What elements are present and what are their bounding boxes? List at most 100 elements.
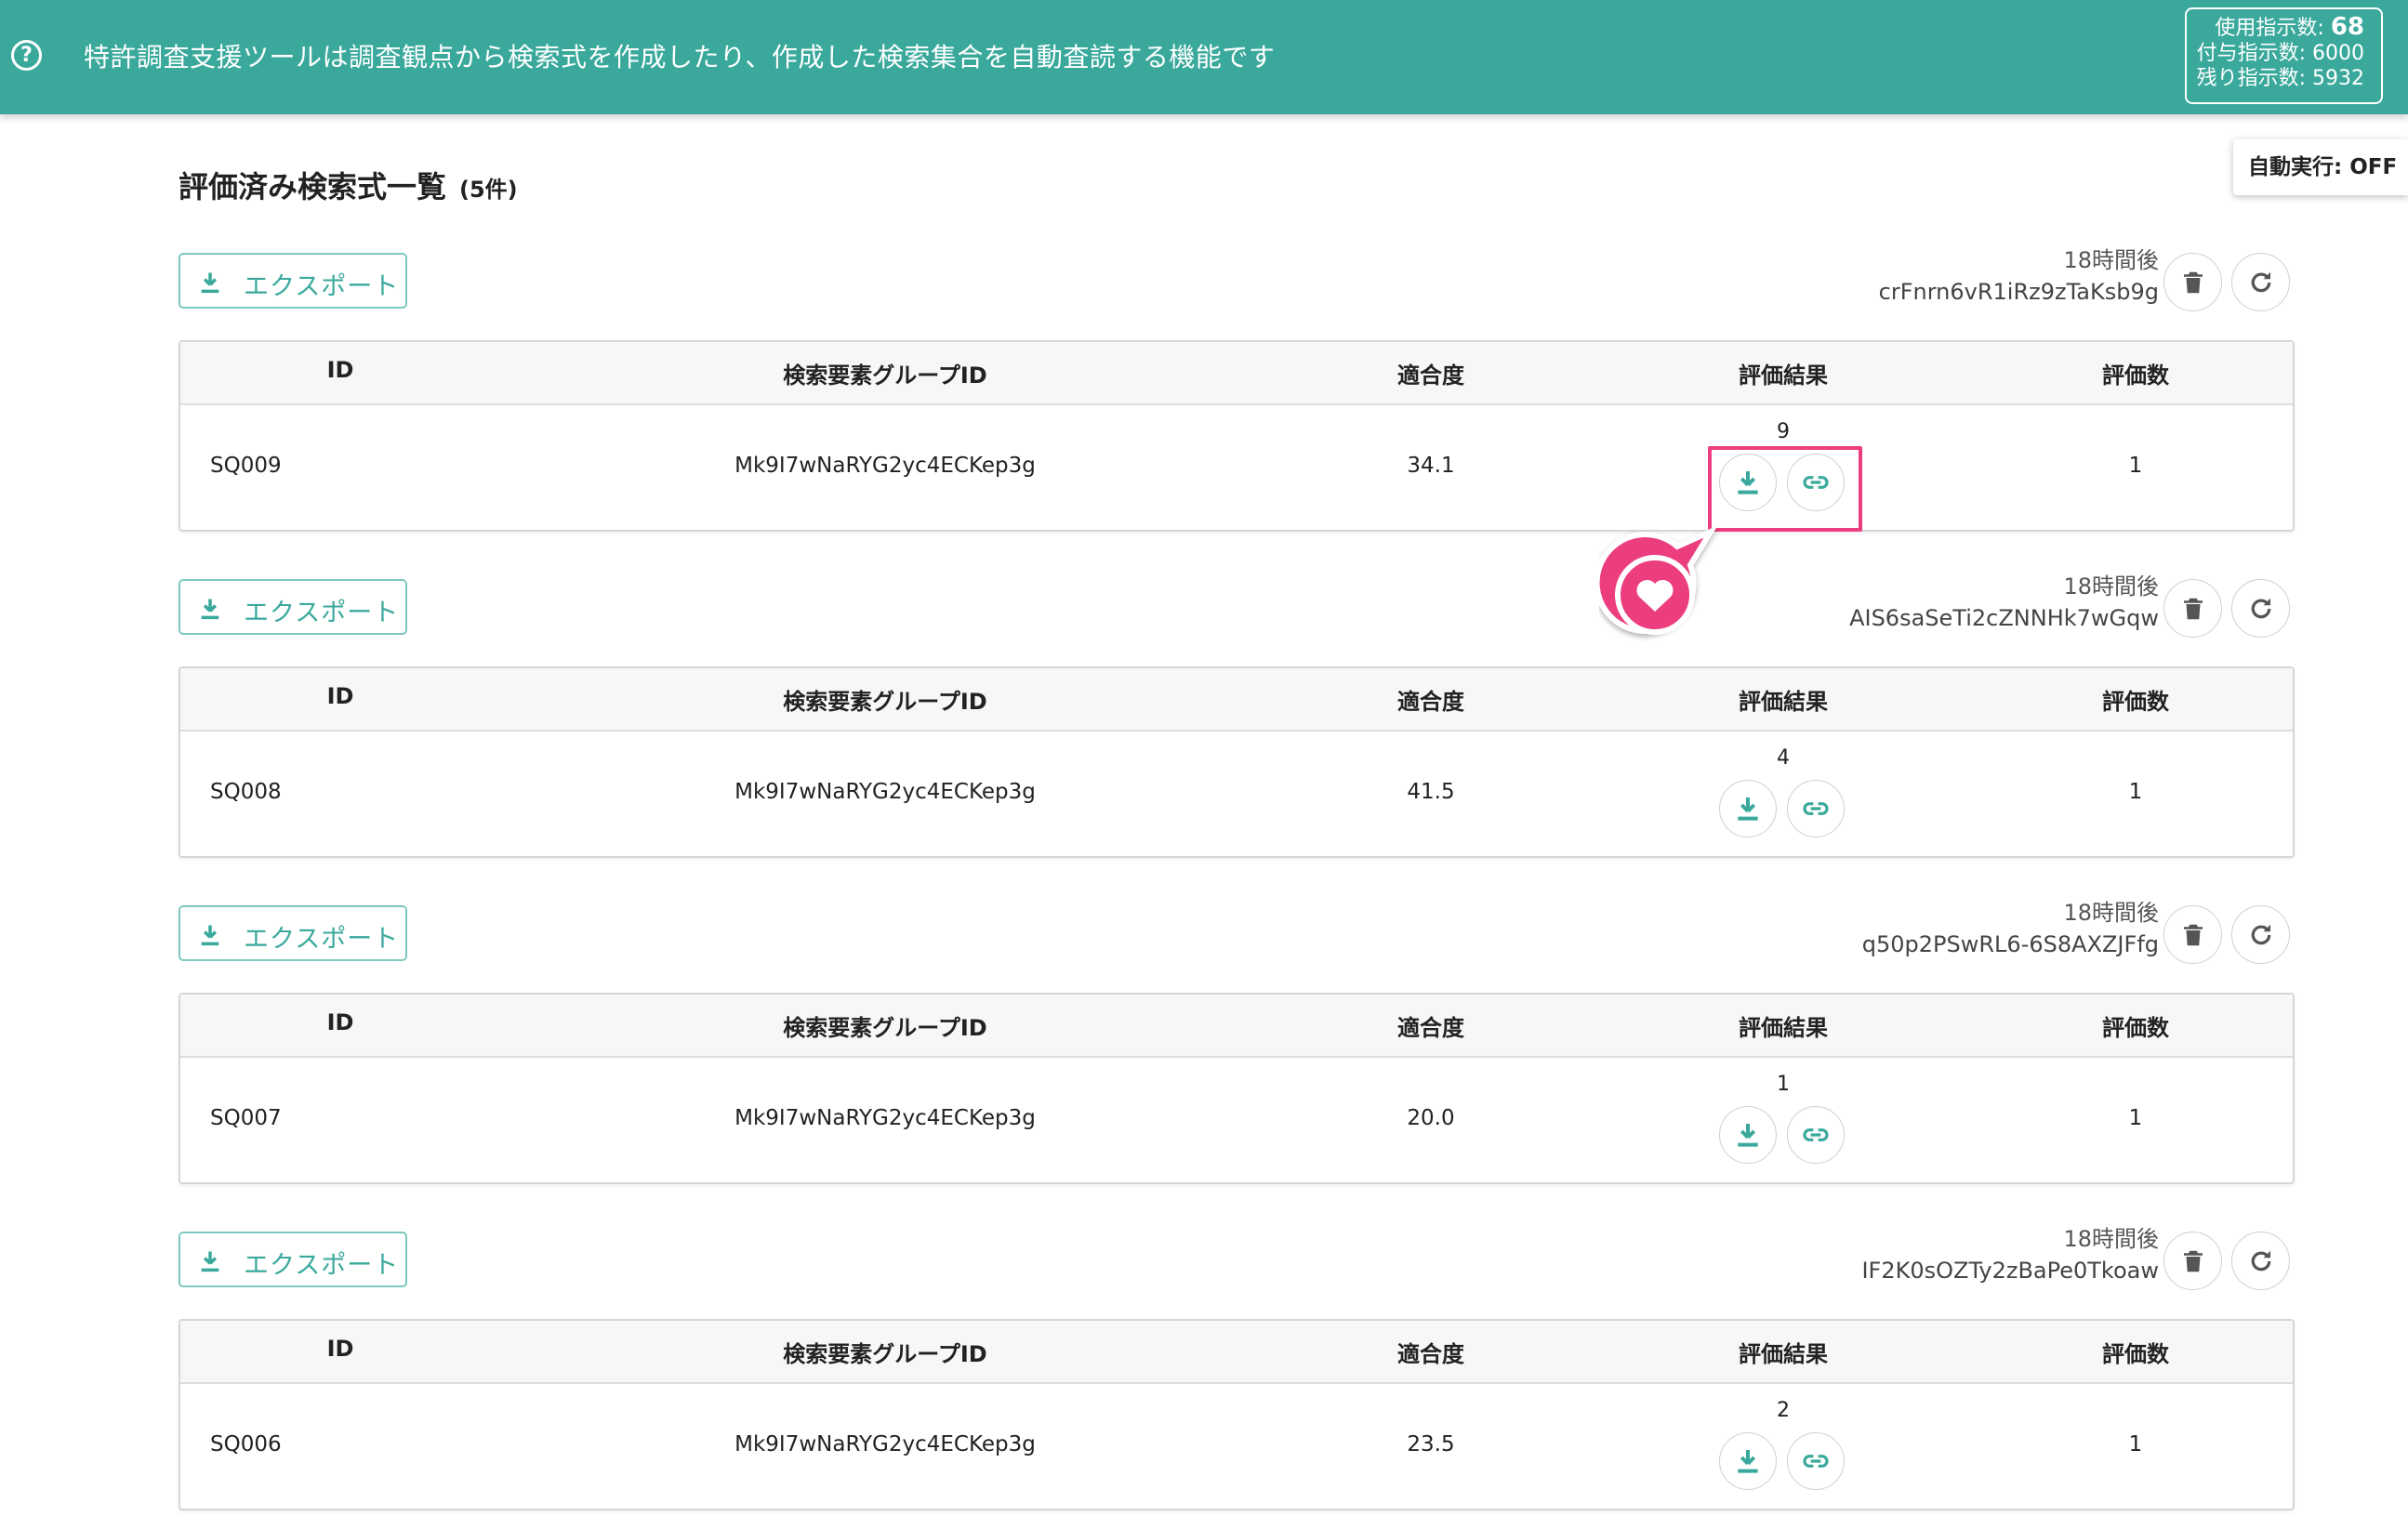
col-result: 評価結果 [1739, 362, 1828, 389]
col-score: 適合度 [1397, 1341, 1464, 1367]
expiry-time: 18時間後 [2063, 247, 2159, 273]
refresh-icon [2251, 924, 2271, 945]
export-label: エクスポート [244, 1251, 400, 1280]
col-id: ID [326, 1009, 354, 1035]
page-title-text: 評価済み検索式一覧 [179, 169, 447, 204]
row-score: 41.5 [1407, 780, 1455, 804]
col-eval-count: 評価数 [2102, 362, 2169, 389]
query-section: エクスポート 18時間後 IF2K0sOZTy2zBaPe0Tkoaw ID 検… [0, 1226, 2408, 1529]
download-icon [1738, 1124, 1758, 1147]
banner-message: 特許調査支援ツールは調査観点から検索式を作成したり、作成した検索集合を自動査読す… [84, 42, 1276, 72]
col-result: 評価結果 [1739, 1015, 1828, 1041]
export-button[interactable]: エクスポート [179, 579, 407, 635]
query-hash: IF2K0sOZTy2zBaPe0Tkoaw [1861, 1258, 2159, 1284]
link-icon [1803, 1455, 1829, 1468]
row-result: 1 [1777, 1073, 1790, 1096]
delete-button[interactable] [2163, 253, 2222, 311]
top-banner: ? 特許調査支援ツールは調査観点から検索式を作成したり、作成した検索集合を自動査… [0, 0, 2408, 114]
table-header: ID 検索要素グループID 適合度 評価結果 評価数 [180, 1321, 2293, 1384]
row-group-id: Mk9I7wNaRYG2yc4ECKep3g [734, 1106, 1036, 1130]
refresh-icon [2251, 1250, 2271, 1272]
question-circle-icon[interactable]: ? [11, 40, 42, 71]
row-result: 9 [1777, 420, 1790, 443]
col-group-id: 検索要素グループID [783, 362, 987, 389]
query-section: エクスポート 18時間後 crFnrn6vR1iRz9zTaKsb9g ID 検… [0, 247, 2408, 550]
expiry-time: 18時間後 [2063, 573, 2159, 600]
trash-icon [2184, 271, 2203, 294]
used-value: 68 [2330, 13, 2364, 41]
result-download-button[interactable] [1719, 1106, 1777, 1164]
trash-icon [2184, 924, 2203, 946]
row-group-id: Mk9I7wNaRYG2yc4ECKep3g [734, 454, 1036, 478]
col-group-id: 検索要素グループID [783, 1015, 987, 1041]
download-icon [1738, 797, 1758, 821]
result-link-button[interactable] [1787, 780, 1845, 837]
col-group-id: 検索要素グループID [783, 689, 987, 715]
export-button[interactable]: エクスポート [179, 905, 407, 961]
refresh-button[interactable] [2231, 253, 2290, 311]
col-score: 適合度 [1397, 689, 1464, 715]
query-section: エクスポート 18時間後 q50p2PSwRL6-6S8AXZJFfg ID 検… [0, 900, 2408, 1203]
query-hash: q50p2PSwRL6-6S8AXZJFfg [1861, 931, 2159, 957]
row-eval-count: 1 [2128, 780, 2143, 804]
result-download-button[interactable] [1719, 780, 1777, 837]
query-table: ID 検索要素グループID 適合度 評価結果 評価数 SQ007 Mk9I7wN… [179, 993, 2295, 1184]
usage-box: 使用指示数: 68 付与指示数: 6000 残り指示数: 5932 [2185, 7, 2383, 104]
expiry-time: 18時間後 [2063, 900, 2159, 926]
col-score: 適合度 [1397, 362, 1464, 389]
link-icon [1803, 1128, 1829, 1141]
table-header: ID 検索要素グループID 適合度 評価結果 評価数 [180, 342, 2293, 405]
table-header: ID 検索要素グループID 適合度 評価結果 評価数 [180, 668, 2293, 732]
link-icon [1803, 802, 1829, 815]
col-score: 適合度 [1397, 1015, 1464, 1041]
export-button[interactable]: エクスポート [179, 253, 407, 309]
result-link-button[interactable] [1787, 1106, 1845, 1164]
refresh-icon [2251, 271, 2271, 293]
refresh-button[interactable] [2231, 905, 2290, 964]
delete-button[interactable] [2163, 579, 2222, 638]
query-table: ID 検索要素グループID 適合度 評価結果 評価数 SQ009 Mk9I7wN… [179, 340, 2295, 532]
row-score: 23.5 [1407, 1432, 1455, 1457]
auto-run-toggle[interactable]: 自動実行: OFF [2233, 139, 2408, 195]
delete-button[interactable] [2163, 905, 2222, 964]
col-group-id: 検索要素グループID [783, 1341, 987, 1367]
table-header: ID 検索要素グループID 適合度 評価結果 評価数 [180, 995, 2293, 1058]
col-id: ID [326, 1336, 354, 1362]
row-id: SQ007 [210, 1106, 282, 1130]
row-result: 4 [1777, 746, 1790, 770]
row-group-id: Mk9I7wNaRYG2yc4ECKep3g [734, 1432, 1036, 1457]
col-result: 評価結果 [1739, 689, 1828, 715]
row-group-id: Mk9I7wNaRYG2yc4ECKep3g [734, 780, 1036, 804]
query-hash: crFnrn6vR1iRz9zTaKsb9g [1878, 279, 2159, 305]
col-id: ID [326, 683, 354, 709]
result-download-button[interactable] [1719, 1432, 1777, 1490]
remaining-value: 5932 [2312, 67, 2364, 90]
col-eval-count: 評価数 [2102, 1341, 2169, 1367]
export-button[interactable]: エクスポート [179, 1232, 407, 1287]
query-hash: AIS6saSeTi2cZNNHk7wGqw [1849, 605, 2159, 631]
row-eval-count: 1 [2128, 454, 2143, 478]
row-id: SQ009 [210, 454, 282, 478]
refresh-button[interactable] [2231, 579, 2290, 638]
row-eval-count: 1 [2128, 1106, 2143, 1130]
query-table: ID 検索要素グループID 適合度 評価結果 評価数 SQ006 Mk9I7wN… [179, 1319, 2295, 1510]
query-table: ID 検索要素グループID 適合度 評価結果 評価数 SQ008 Mk9I7wN… [179, 666, 2295, 858]
trash-icon [2184, 1250, 2203, 1272]
export-label: エクスポート [244, 599, 400, 627]
delete-button[interactable] [2163, 1232, 2222, 1290]
download-icon [201, 925, 219, 946]
result-link-button[interactable] [1787, 1432, 1845, 1490]
row-score: 20.0 [1407, 1106, 1455, 1130]
page-title: 評価済み検索式一覧 (5件) [179, 164, 518, 206]
heart-pin-icon [1599, 525, 1718, 635]
granted-value: 6000 [2312, 42, 2364, 65]
download-icon [1738, 1450, 1758, 1473]
col-result: 評価結果 [1739, 1341, 1828, 1367]
remaining-label: 残り指示数: [2196, 67, 2306, 90]
col-eval-count: 評価数 [2102, 1015, 2169, 1041]
query-section: エクスポート 18時間後 AIS6saSeTi2cZNNHk7wGqw ID 検… [0, 573, 2408, 877]
result-count: (5件) [459, 177, 518, 203]
expiry-time: 18時間後 [2063, 1226, 2159, 1252]
refresh-button[interactable] [2231, 1232, 2290, 1290]
trash-icon [2184, 598, 2203, 620]
